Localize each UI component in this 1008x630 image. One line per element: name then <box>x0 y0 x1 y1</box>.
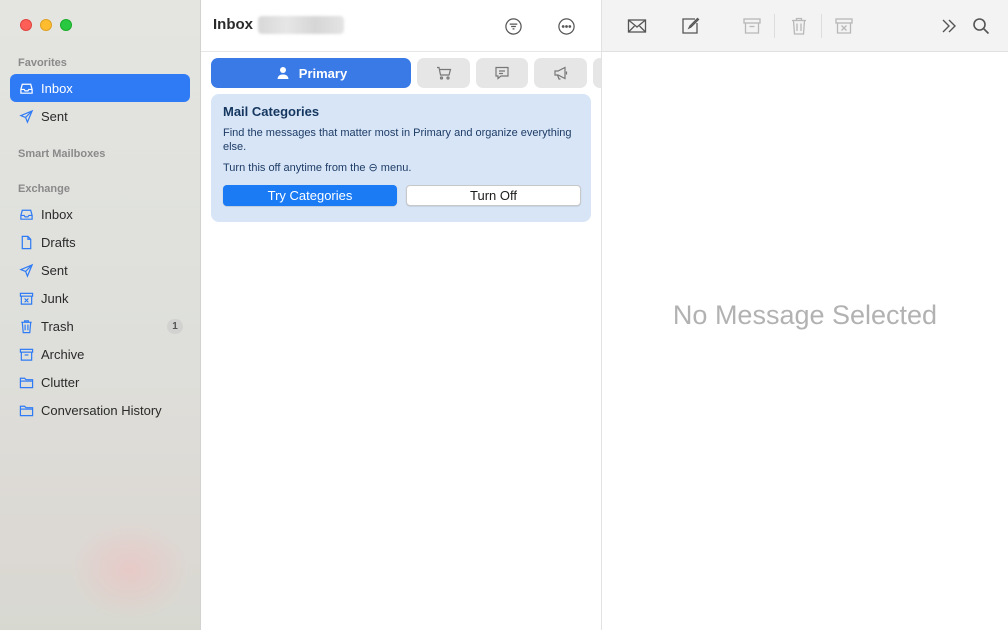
sidebar: Favorites Inbox Sent Smart Mailboxes Exc… <box>0 0 201 630</box>
sidebar-item-label: Drafts <box>41 234 76 250</box>
folder-icon <box>18 402 35 419</box>
sidebar-item-label: Clutter <box>41 374 80 390</box>
megaphone-icon <box>553 66 567 80</box>
sidebar-item-clutter[interactable]: Clutter <box>10 368 190 396</box>
filter-icon <box>504 17 522 35</box>
search-button[interactable] <box>969 14 993 38</box>
turn-off-button[interactable]: Turn Off <box>406 185 581 206</box>
unread-count-badge: 1 <box>167 319 183 334</box>
compose-icon <box>682 17 700 34</box>
sent-icon <box>18 262 35 279</box>
trash-icon <box>792 17 806 35</box>
junk-icon <box>835 18 853 34</box>
chevron-double-right-icon <box>942 19 956 33</box>
no-message-selected-text: No Message Selected <box>672 300 938 330</box>
trash-icon <box>18 318 35 335</box>
callout-body: Find the messages that matter most in Pr… <box>223 127 572 153</box>
sidebar-item-conversation-history[interactable]: Conversation History <box>10 396 190 424</box>
compose-button[interactable] <box>678 14 702 38</box>
callout-title: Mail Categories <box>223 104 320 119</box>
callout-hint-suffix: menu. <box>380 162 412 174</box>
sidebar-item-favorites-inbox[interactable]: Inbox <box>10 74 190 102</box>
get-mail-button[interactable] <box>625 14 649 38</box>
message-list-toolbar: Inbox <box>201 0 601 52</box>
sidebar-item-drafts[interactable]: Drafts <box>10 228 190 256</box>
sidebar-item-label: Archive <box>41 346 85 362</box>
inbox-icon <box>18 206 35 223</box>
mail-window: Favorites Inbox Sent Smart Mailboxes Exc… <box>0 0 1008 630</box>
shopping-cart-icon <box>436 66 451 80</box>
archive-icon <box>743 18 761 34</box>
inbox-icon <box>18 80 35 97</box>
minimize-window-button[interactable] <box>40 19 52 31</box>
message-detail-pane: No Message Selected <box>602 0 1008 630</box>
tab-primary[interactable]: Primary <box>211 58 411 88</box>
tab-shopping[interactable] <box>417 58 470 88</box>
junk-icon <box>18 290 35 307</box>
callout-hint: Turn this off anytime from the ⊖ menu. <box>223 161 579 174</box>
tab-updates[interactable] <box>593 58 601 88</box>
drafts-icon <box>18 234 35 251</box>
tab-messages[interactable] <box>476 58 528 88</box>
account-name-redacted <box>258 16 344 34</box>
move-to-junk-button[interactable] <box>832 14 856 38</box>
sidebar-item-exchange-inbox[interactable]: Inbox <box>10 200 190 228</box>
archive-button[interactable] <box>740 14 764 38</box>
tab-primary-label: Primary <box>298 65 348 81</box>
sidebar-item-trash[interactable]: Trash 1 <box>10 312 190 340</box>
delete-button[interactable] <box>787 14 811 38</box>
filter-menu-icon: ⊖ <box>368 161 378 174</box>
try-categories-button[interactable]: Try Categories <box>223 185 397 206</box>
envelope-icon <box>627 19 647 33</box>
sidebar-item-archive[interactable]: Archive <box>10 340 190 368</box>
sent-icon <box>18 108 35 125</box>
search-icon <box>973 18 990 35</box>
close-window-button[interactable] <box>20 19 32 31</box>
mailbox-title: Inbox <box>213 16 253 33</box>
zoom-window-button[interactable] <box>60 19 72 31</box>
category-tabs: Primary <box>211 58 601 88</box>
sidebar-item-label: Inbox <box>41 206 73 222</box>
folder-icon <box>18 374 35 391</box>
sidebar-item-sent[interactable]: Sent <box>10 256 190 284</box>
tab-promotions[interactable] <box>534 58 587 88</box>
filter-button[interactable] <box>501 14 525 38</box>
favorites-header: Favorites <box>18 57 67 69</box>
more-button[interactable] <box>554 14 578 38</box>
sidebar-item-label: Sent <box>41 108 68 124</box>
callout-hint-prefix: Turn this off anytime from the <box>223 162 366 174</box>
exchange-header[interactable]: Exchange <box>18 183 70 195</box>
ellipsis-icon <box>557 17 575 35</box>
mail-categories-callout: Mail Categories Find the messages that m… <box>211 94 591 222</box>
message-toolbar <box>602 0 1008 52</box>
archive-icon <box>18 346 35 363</box>
sidebar-item-label: Junk <box>41 290 69 306</box>
sidebar-item-favorites-sent[interactable]: Sent <box>10 102 190 130</box>
sidebar-item-junk[interactable]: Junk <box>10 284 190 312</box>
message-bubble-icon <box>495 66 509 80</box>
window-controls <box>20 19 72 31</box>
more-toolbar-items-button[interactable] <box>937 14 961 38</box>
person-icon <box>275 65 291 81</box>
sidebar-item-label: Inbox <box>41 80 73 96</box>
smart-mailboxes-header[interactable]: Smart Mailboxes <box>18 148 105 160</box>
sidebar-item-label: Trash <box>41 318 74 334</box>
sidebar-item-label: Conversation History <box>41 402 162 418</box>
sidebar-item-label: Sent <box>41 262 68 278</box>
